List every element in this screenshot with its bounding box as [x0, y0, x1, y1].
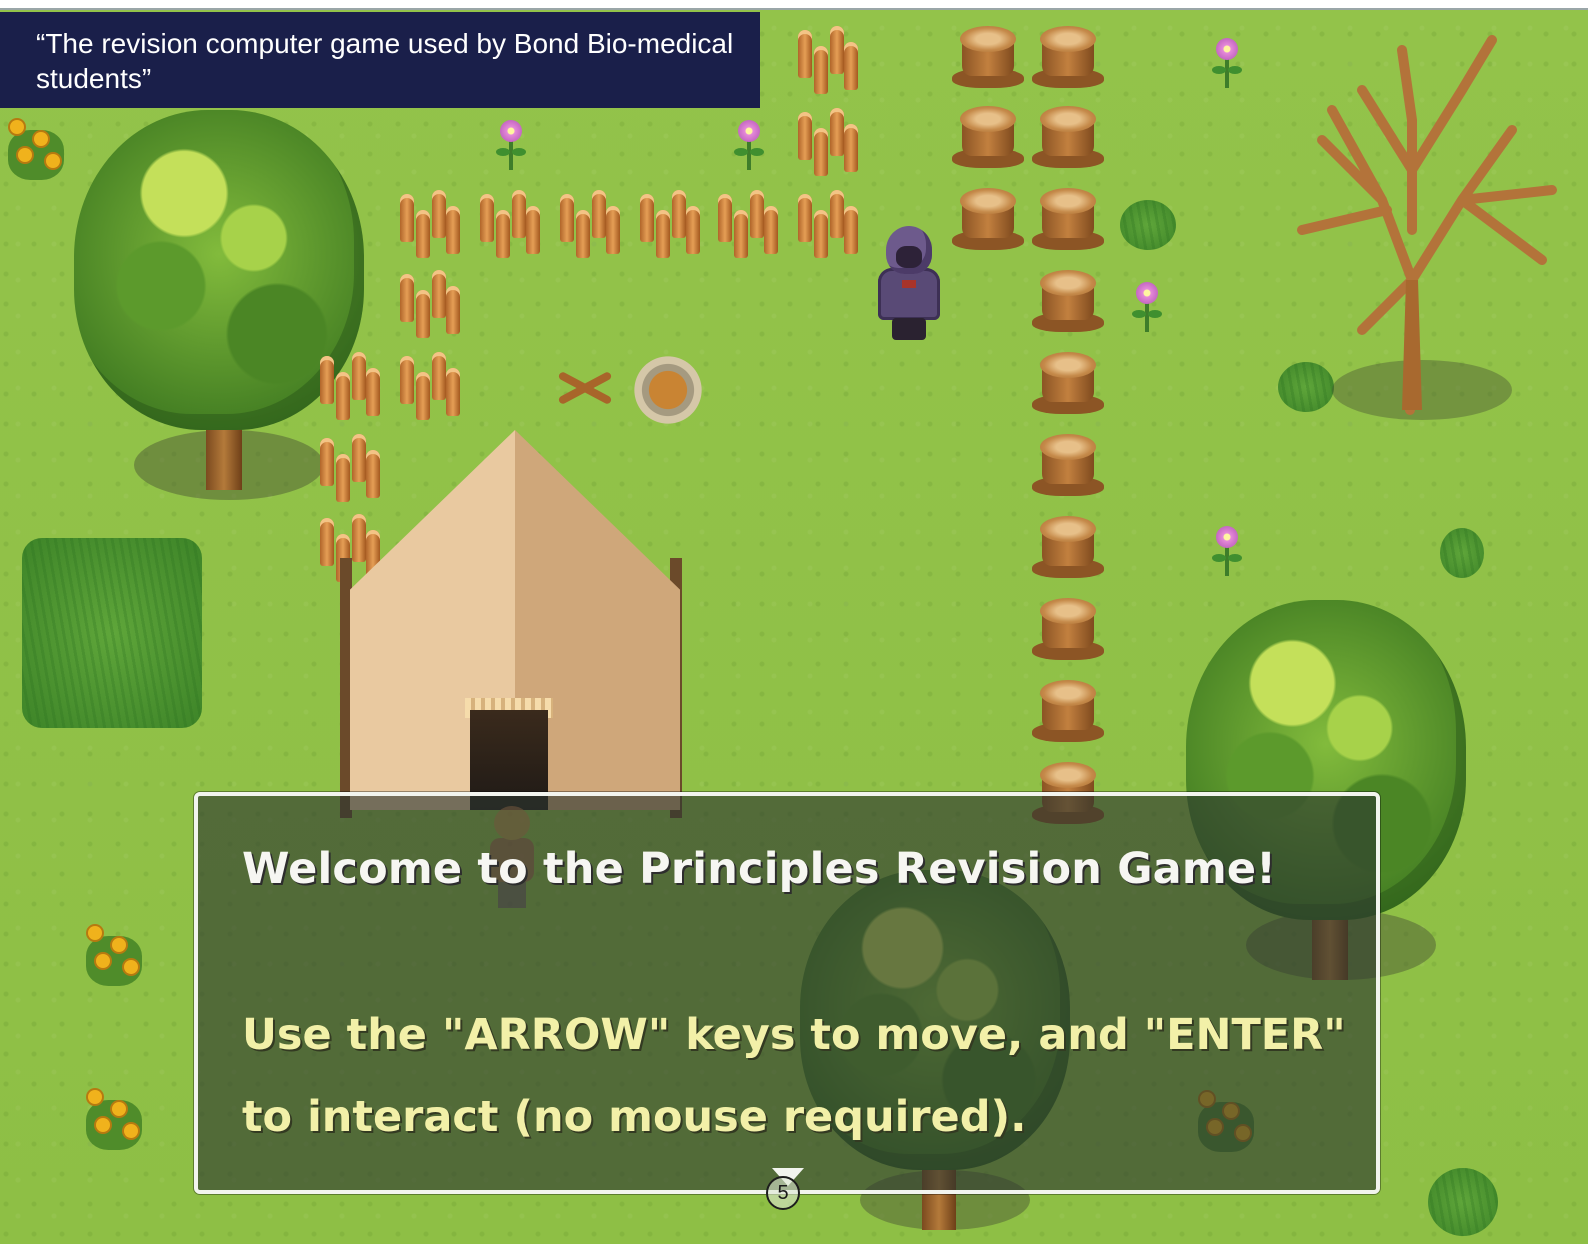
- log-stack-icon: [796, 104, 862, 182]
- log-stack-icon: [558, 186, 624, 264]
- shrub-icon: [1428, 1168, 1498, 1236]
- dialog-line-2: to interact (no mouse required).: [242, 1092, 1027, 1142]
- tree-stump-icon: [950, 182, 1026, 258]
- tree-stump-icon: [1030, 20, 1106, 96]
- log-stack-icon: [398, 348, 464, 426]
- log-stack-icon: [478, 186, 544, 264]
- yellow-flowers-icon: [78, 1080, 150, 1154]
- flower-icon: [1210, 524, 1244, 580]
- tree-stump-icon: [950, 20, 1026, 96]
- yellow-flowers-icon: [78, 916, 150, 990]
- log-stack-icon: [398, 266, 464, 344]
- tall-grass-patch: [22, 538, 202, 728]
- tree-stump-icon: [1030, 346, 1106, 422]
- slide-caption: “The revision computer game used by Bond…: [0, 12, 760, 108]
- log-stack-icon: [796, 186, 862, 264]
- tree-stump-icon: [1030, 264, 1106, 340]
- firewood-icon: [552, 364, 618, 412]
- game-map: Welcome to the Principles Revision Game!…: [0, 10, 1588, 1244]
- shrub-icon: [1440, 528, 1484, 578]
- yellow-flowers-icon: [0, 110, 72, 184]
- log-stack-icon: [318, 348, 384, 426]
- tree-stump-icon: [1030, 592, 1106, 668]
- log-stack-icon: [638, 186, 704, 264]
- tree-stump-icon: [1030, 674, 1106, 750]
- dialog-line-1: Use the "ARROW" keys to move, and "ENTER…: [242, 1010, 1346, 1060]
- log-stack-icon: [398, 186, 464, 264]
- tent-icon: [340, 430, 700, 850]
- shrub-icon: [1120, 200, 1176, 250]
- flower-icon: [1130, 280, 1164, 336]
- flower-icon: [732, 118, 766, 174]
- flower-icon: [494, 118, 528, 174]
- page-number-badge: 5: [766, 1176, 800, 1210]
- tree-stump-icon: [1030, 510, 1106, 586]
- dialog-title: Welcome to the Principles Revision Game!: [242, 844, 1277, 894]
- player-character-icon: [876, 226, 942, 342]
- tree-stump-icon: [1030, 182, 1106, 258]
- slide-frame: Welcome to the Principles Revision Game!…: [0, 8, 1588, 1244]
- log-stack-icon: [716, 186, 782, 264]
- flower-icon: [1210, 36, 1244, 92]
- campfire-icon: [628, 354, 708, 426]
- tree-stump-icon: [950, 100, 1026, 176]
- log-stack-icon: [796, 22, 862, 100]
- tree-stump-icon: [1030, 100, 1106, 176]
- tree-stump-icon: [1030, 428, 1106, 504]
- dialog-box[interactable]: Welcome to the Principles Revision Game!…: [194, 792, 1380, 1194]
- bare-tree-icon: [1297, 35, 1557, 420]
